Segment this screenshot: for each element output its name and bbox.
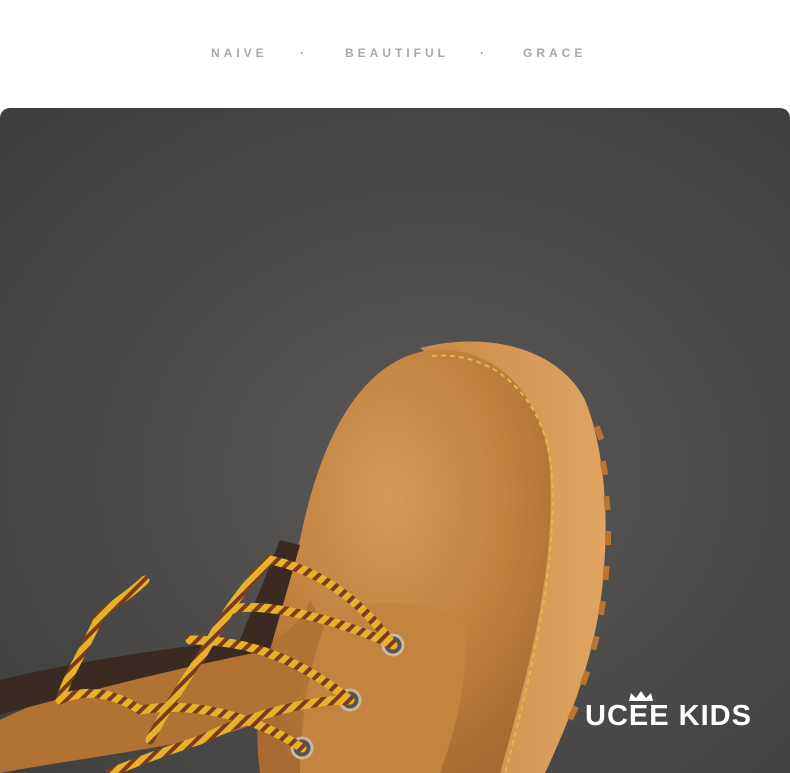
tagline-separator: · bbox=[480, 46, 488, 60]
product-page: NAIVE · BEAUTIFUL · GRACE UCEE KIDS bbox=[0, 0, 790, 773]
tagline-word-beautiful: BEAUTIFUL bbox=[345, 46, 449, 60]
tagline-word-grace: GRACE bbox=[523, 46, 587, 60]
boot-illustration bbox=[0, 341, 611, 773]
boot-photo bbox=[0, 108, 790, 773]
tagline-word-naive: NAIVE bbox=[211, 46, 268, 60]
tagline: NAIVE · BEAUTIFUL · GRACE bbox=[0, 46, 790, 64]
brand-logo: UCEE KIDS bbox=[585, 700, 752, 732]
tagline-separator: · bbox=[300, 46, 308, 60]
